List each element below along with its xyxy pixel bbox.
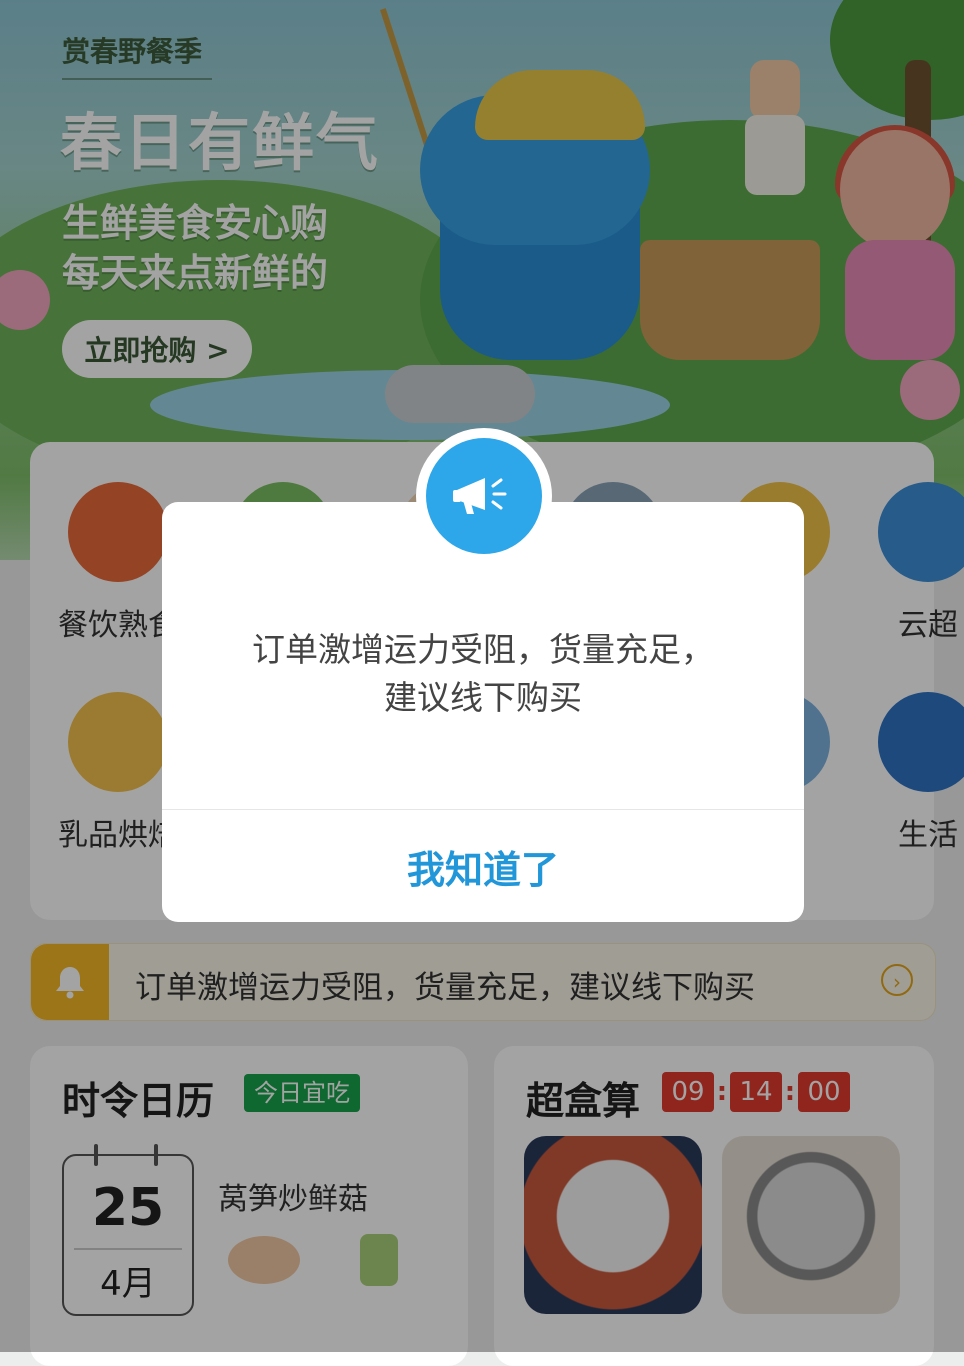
dialog-message-line: 订单激增运力受阻，货量充足， (252, 630, 714, 669)
megaphone-icon (426, 438, 542, 554)
dialog-message: 订单激增运力受阻，货量充足， 建议线下购买 (162, 626, 804, 722)
notice-dialog: 订单激增运力受阻，货量充足， 建议线下购买 我知道了 (162, 502, 804, 922)
dialog-message-line: 建议线下购买 (384, 678, 582, 717)
acknowledge-button[interactable]: 我知道了 (162, 810, 804, 922)
